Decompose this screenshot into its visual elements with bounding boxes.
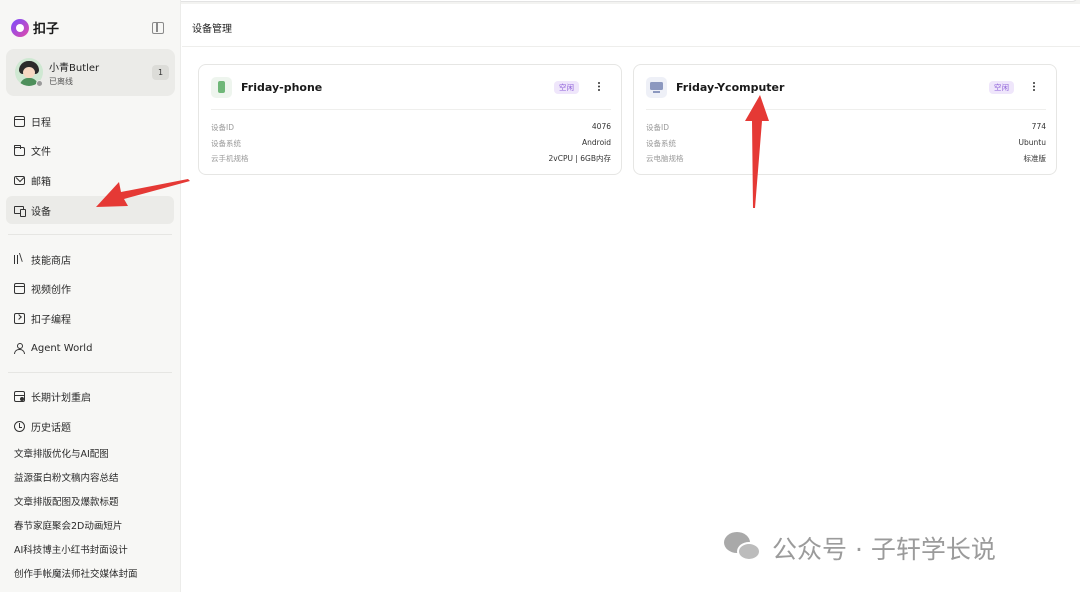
- header-divider: [182, 46, 1080, 47]
- wechat-icon: [724, 530, 764, 566]
- sidebar-divider: [8, 372, 172, 373]
- device-info-row: 云电脑规格 标准版: [646, 153, 1046, 165]
- info-key: 云手机规格: [211, 154, 249, 163]
- code-icon: [14, 312, 25, 324]
- status-badge: 空闲: [554, 81, 579, 94]
- device-card-phone[interactable]: Friday-phone 空闲 设备ID 4076 设备系统 Android 云…: [198, 64, 622, 175]
- device-card-computer[interactable]: Friday-Ycomputer 空闲 设备ID 774 设备系统 Ubuntu…: [633, 64, 1057, 175]
- user-status: 已离线: [49, 77, 73, 86]
- watermark-text: 公众号 · 子轩学长说: [772, 535, 996, 564]
- calendar-icon: [14, 115, 25, 127]
- brand[interactable]: 扣子: [11, 18, 59, 37]
- info-value: Ubuntu: [1018, 138, 1046, 147]
- history-topic-item[interactable]: 文章排版配图及爆款标题: [14, 494, 119, 508]
- history-topic-item[interactable]: AI科技博主小红书封面设计: [14, 542, 128, 556]
- history-topic-item[interactable]: 益源蛋白粉文稿内容总结: [14, 470, 119, 484]
- sidebar-toggle-icon[interactable]: [152, 22, 164, 34]
- info-value: 2vCPU | 6GB内存: [548, 154, 611, 163]
- device-info-row: 设备ID 4076: [211, 122, 611, 134]
- brand-logo-icon: [11, 18, 29, 37]
- nav-item-label: 视频创作: [31, 284, 71, 296]
- info-key: 设备ID: [211, 123, 234, 132]
- info-value: 4076: [591, 122, 611, 131]
- nav-item-label: 邮箱: [31, 176, 51, 188]
- library-icon: [14, 251, 25, 265]
- watermark: 公众号 · 子轩学长说: [724, 530, 996, 566]
- nav-item-skill-store[interactable]: 技能商店: [6, 245, 174, 273]
- device-info-row: 云手机规格 2vCPU | 6GB内存: [211, 153, 611, 165]
- user-count-badge: 1: [152, 65, 169, 80]
- card-divider: [211, 109, 611, 110]
- nav-item-coze-coding[interactable]: 扣子编程: [6, 304, 174, 332]
- nav-item-label: 技能商店: [31, 255, 71, 267]
- nav-item-label: 设备: [31, 206, 51, 218]
- nav-item-label: 长期计划重启: [31, 392, 91, 404]
- history-topic-item[interactable]: 创作手帐魔法师社交媒体封面: [14, 566, 138, 580]
- nav-item-mailbox[interactable]: 邮箱: [6, 166, 174, 194]
- computer-icon: [646, 77, 667, 98]
- info-value: Android: [582, 138, 611, 147]
- brand-name: 扣子: [33, 22, 60, 37]
- history-topic-item[interactable]: 文章排版优化与AI配图: [14, 446, 109, 460]
- page-title: 设备管理: [192, 24, 232, 35]
- nav-item-label: 日程: [31, 117, 51, 129]
- nav-item-history[interactable]: 历史话题: [6, 412, 174, 440]
- nav-item-long-term-plan[interactable]: 长期计划重启: [6, 382, 174, 410]
- plan-icon: [14, 390, 25, 402]
- address-bar-edge: [88, 0, 1078, 2]
- info-key: 云电脑规格: [646, 154, 684, 163]
- offline-status-dot: [36, 80, 43, 87]
- history-topic-item[interactable]: 春节家庭聚会2D动画短片: [14, 518, 122, 532]
- more-options-icon[interactable]: [1029, 79, 1039, 95]
- nav-item-label: Agent World: [31, 342, 93, 354]
- device-info-row: 设备系统 Android: [211, 138, 611, 150]
- info-key: 设备系统: [211, 139, 241, 148]
- nav-item-schedule[interactable]: 日程: [6, 107, 174, 135]
- sidebar: 扣子 小青Butler 已离线 1 日程 文件 邮箱 设备 技能商店 视频创作 …: [0, 0, 181, 592]
- nav-item-agent-world[interactable]: Agent World: [6, 334, 174, 362]
- info-value: 774: [1031, 122, 1046, 131]
- history-icon: [14, 420, 25, 432]
- phone-icon: [211, 77, 232, 98]
- device-info-row: 设备ID 774: [646, 122, 1046, 134]
- user-card[interactable]: 小青Butler 已离线 1: [6, 49, 175, 96]
- device-name: Friday-Ycomputer: [676, 81, 785, 94]
- info-key: 设备ID: [646, 123, 669, 132]
- folder-icon: [14, 144, 25, 156]
- status-badge: 空闲: [989, 81, 1014, 94]
- device-icon: [14, 205, 26, 217]
- nav-item-video-creation[interactable]: 视频创作: [6, 274, 174, 302]
- video-icon: [14, 282, 25, 294]
- user-name: 小青Butler: [49, 63, 100, 74]
- card-divider: [646, 109, 1046, 110]
- nav-item-devices[interactable]: 设备: [6, 196, 174, 224]
- nav-item-label: 文件: [31, 146, 51, 158]
- mail-icon: [14, 175, 25, 185]
- nav-item-label: 历史话题: [31, 422, 71, 434]
- more-options-icon[interactable]: [594, 79, 604, 95]
- nav-item-label: 扣子编程: [31, 314, 71, 326]
- person-icon: [14, 342, 25, 354]
- nav-item-files[interactable]: 文件: [6, 136, 174, 164]
- info-key: 设备系统: [646, 139, 676, 148]
- sidebar-divider: [8, 234, 172, 235]
- device-name: Friday-phone: [241, 81, 323, 94]
- device-info-row: 设备系统 Ubuntu: [646, 138, 1046, 150]
- info-value: 标准版: [1023, 154, 1047, 163]
